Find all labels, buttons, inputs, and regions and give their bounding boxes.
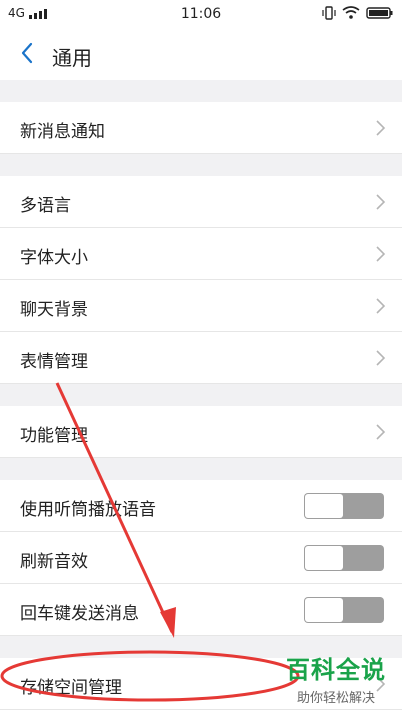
- earpiece-toggle[interactable]: [304, 493, 384, 519]
- refresh-sound-toggle[interactable]: [304, 545, 384, 571]
- row-label: 存储空间管理: [20, 678, 122, 698]
- row-chat-background[interactable]: 聊天背景: [0, 280, 402, 332]
- row-label: 回车键发送消息: [20, 604, 139, 624]
- toggle-knob: [305, 494, 343, 518]
- back-arrow-icon[interactable]: [16, 40, 40, 66]
- chevron-right-icon: [376, 350, 386, 366]
- section-gap: [0, 80, 402, 102]
- status-right: [322, 6, 394, 20]
- chevron-right-icon: [376, 194, 386, 210]
- chevron-right-icon: [376, 424, 386, 440]
- row-enter-to-send: 回车键发送消息: [0, 584, 402, 636]
- watermark-subtitle: 助你轻松解决: [296, 691, 375, 706]
- app-header: 通用: [0, 28, 402, 81]
- row-label: 聊天背景: [20, 300, 88, 320]
- section-gap: [0, 384, 402, 406]
- row-label: 新消息通知: [20, 122, 105, 142]
- wifi-icon: [342, 6, 360, 19]
- section-gap: [0, 154, 402, 176]
- row-feature-management[interactable]: 功能管理: [0, 406, 402, 458]
- row-label: 功能管理: [20, 426, 88, 446]
- row-label: 多语言: [20, 196, 71, 216]
- page-title: 通用: [52, 46, 92, 70]
- enter-send-toggle[interactable]: [304, 597, 384, 623]
- settings-list: 新消息通知 多语言 字体大小 聊天背景 表情管理 功能管理 使用听筒播放语音 刷…: [0, 80, 402, 710]
- row-refresh-sound: 刷新音效: [0, 532, 402, 584]
- battery-icon: [366, 7, 393, 19]
- row-label: 表情管理: [20, 352, 88, 372]
- row-emoji-management[interactable]: 表情管理: [0, 332, 402, 384]
- row-language[interactable]: 多语言: [0, 176, 402, 228]
- row-label: 使用听筒播放语音: [20, 500, 156, 520]
- chevron-right-icon: [376, 120, 386, 136]
- toggle-knob: [305, 598, 343, 622]
- chevron-right-icon: [376, 246, 386, 262]
- chevron-right-icon: [376, 298, 386, 314]
- row-new-message-notification[interactable]: 新消息通知: [0, 102, 402, 154]
- row-earpiece-playback: 使用听筒播放语音: [0, 480, 402, 532]
- row-font-size[interactable]: 字体大小: [0, 228, 402, 280]
- section-gap: [0, 458, 402, 480]
- vibrate-icon: [322, 6, 336, 20]
- watermark: 百科全说 助你轻松解决: [286, 650, 386, 706]
- row-label: 字体大小: [20, 248, 88, 268]
- row-label: 刷新音效: [20, 552, 88, 572]
- status-bar: 4G 11:06: [0, 0, 402, 28]
- watermark-title: 百科全说: [286, 656, 386, 684]
- toggle-knob: [305, 546, 343, 570]
